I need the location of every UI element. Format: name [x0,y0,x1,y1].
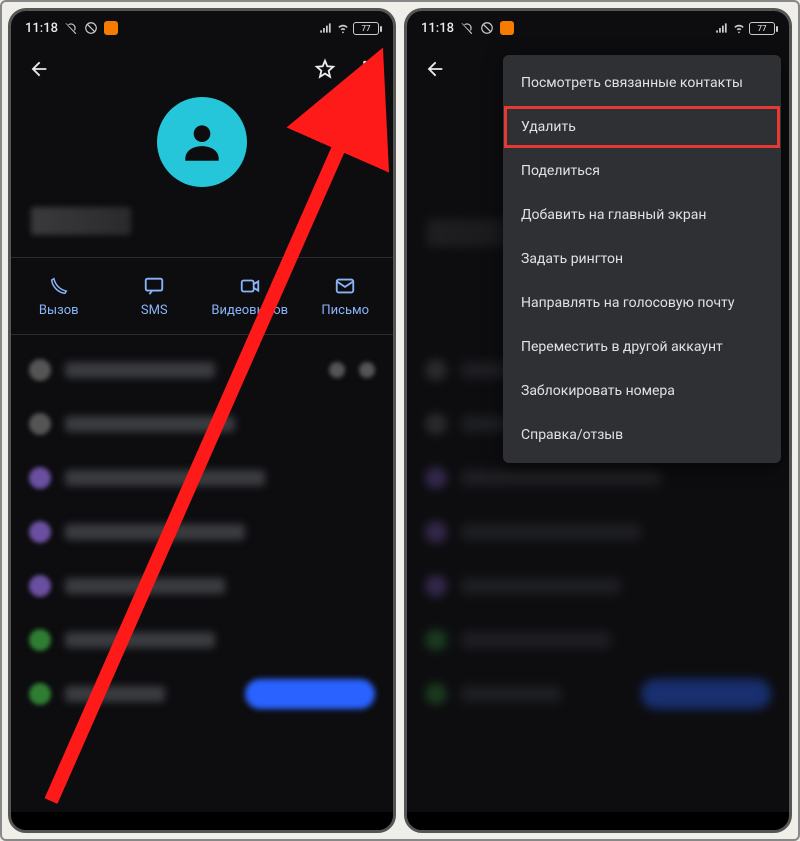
status-bar: 11:18 77 [407,11,789,45]
star-button[interactable] [305,49,345,89]
menu-view-linked[interactable]: Посмотреть связанные контакты [503,61,781,105]
contact-name [31,207,131,235]
contact-avatar[interactable] [157,97,247,187]
list-item[interactable] [11,505,393,559]
back-button[interactable] [19,49,59,89]
list-icon [29,413,51,435]
list-icon [29,629,51,651]
app-bar [11,45,393,93]
list-icon [29,683,51,705]
menu-move-account[interactable]: Переместить в другой аккаунт [503,325,781,369]
list-item[interactable] [11,559,393,613]
signal-icon [319,21,333,35]
app-badge-icon [104,21,118,35]
sms-button[interactable]: SMS [107,258,203,334]
app-badge-icon [500,21,514,35]
menu-voicemail[interactable]: Направлять на голосовую почту [503,281,781,325]
list-item[interactable] [11,667,393,721]
list-item[interactable] [11,451,393,505]
email-label: Письмо [321,303,369,318]
battery-icon: 77 [749,22,775,35]
dnd-icon [84,21,98,35]
action-icon[interactable] [329,362,345,378]
back-button[interactable] [415,49,455,89]
sms-label: SMS [141,303,168,318]
chip-button[interactable] [245,679,375,709]
wifi-icon [732,21,746,35]
list-item[interactable] [11,343,393,397]
list-item[interactable] [11,397,393,451]
status-bar: 11:18 77 [11,11,393,45]
status-time: 11:18 [421,21,454,36]
call-button[interactable]: Вызов [11,258,107,334]
action-icon[interactable] [359,362,375,378]
more-button[interactable] [345,49,385,89]
list-text [65,578,225,594]
video-call-button[interactable]: Видеовызов [202,258,298,334]
list-text [65,632,215,648]
battery-icon: 77 [353,22,379,35]
menu-share[interactable]: Поделиться [503,149,781,193]
email-button[interactable]: Письмо [298,258,394,334]
status-time: 11:18 [25,21,58,36]
wifi-icon [336,21,350,35]
list-icon [29,467,51,489]
dnd-icon [480,21,494,35]
list-text [65,686,165,702]
menu-block[interactable]: Заблокировать номера [503,369,781,413]
screenshot-right: 11:18 77 [404,8,792,833]
quick-actions: Вызов SMS Видеовызов Письмо [11,257,393,335]
screenshot-left: 11:18 77 [8,8,396,833]
video-label: Видеовызов [211,303,288,318]
alarm-off-icon [64,21,78,35]
menu-help[interactable]: Справка/отзыв [503,413,781,457]
signal-icon [715,21,729,35]
list-text [65,416,235,432]
list-text [65,470,265,486]
list-icon [29,575,51,597]
call-label: Вызов [39,303,79,318]
list-text [65,362,215,378]
list-icon [29,359,51,381]
menu-ringtone[interactable]: Задать рингтон [503,237,781,281]
list-icon [29,521,51,543]
overflow-menu: Посмотреть связанные контакты Удалить По… [503,55,781,463]
menu-add-home[interactable]: Добавить на главный экран [503,193,781,237]
list-item[interactable] [11,613,393,667]
contact-header [11,93,393,257]
menu-delete[interactable]: Удалить [503,105,781,149]
list-text [65,524,245,540]
alarm-off-icon [460,21,474,35]
contact-details-list [11,335,393,721]
